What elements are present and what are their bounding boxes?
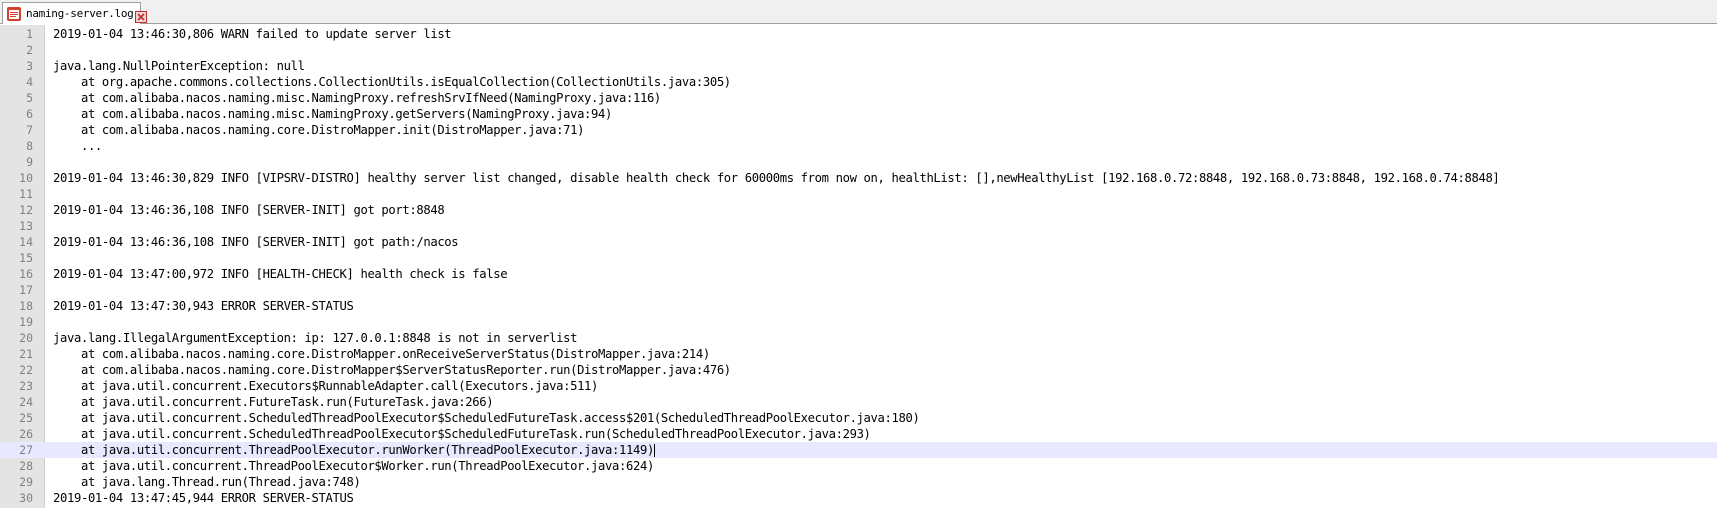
line-number: 21	[19, 347, 33, 361]
line-number: 24	[19, 395, 33, 409]
line-text: at java.util.concurrent.Executors$Runnab…	[53, 379, 599, 393]
line-number: 7	[26, 123, 33, 137]
line-number: 29	[19, 475, 33, 489]
line-number: 8	[26, 139, 33, 153]
line-number: 12	[19, 203, 33, 217]
line-number: 2	[26, 43, 33, 57]
line-text: at java.util.concurrent.FutureTask.run(F…	[53, 395, 494, 409]
editor-line[interactable]: 1 2019-01-04 13:46:30,806 WARN failed to …	[0, 26, 1717, 42]
line-number: 26	[19, 427, 33, 441]
line-number: 3	[26, 59, 33, 73]
editor-line[interactable]: 15	[0, 250, 1717, 266]
editor-line[interactable]: 16 2019-01-04 13:47:00,972 INFO [HEALTH-C…	[0, 266, 1717, 282]
editor-area[interactable]: 1 2019-01-04 13:46:30,806 WARN failed to …	[0, 25, 1717, 508]
line-text: 2019-01-04 13:47:30,943 ERROR SERVER-STA…	[53, 299, 354, 313]
line-number: 9	[26, 155, 33, 169]
file-tab[interactable]: naming-server.log	[2, 2, 148, 24]
editor-line[interactable]: 25 at java.util.concurrent.ScheduledThre…	[0, 410, 1717, 426]
text-caret	[653, 444, 655, 457]
editor-line[interactable]: 21 at com.alibaba.nacos.naming.core.Dist…	[0, 346, 1717, 362]
line-text: at java.util.concurrent.ThreadPoolExecut…	[53, 459, 654, 473]
line-number: 20	[19, 331, 33, 345]
line-text: at java.lang.Thread.run(Thread.java:748)	[53, 475, 361, 489]
notepad-file-icon	[6, 6, 22, 22]
editor-line[interactable]: 23 at java.util.concurrent.Executors$Run…	[0, 378, 1717, 394]
line-text: 2019-01-04 13:46:30,806 WARN failed to u…	[53, 27, 452, 41]
line-number: 15	[19, 251, 33, 265]
editor-line[interactable]: 28 at java.util.concurrent.ThreadPoolExe…	[0, 458, 1717, 474]
editor-line[interactable]: 30 2019-01-04 13:47:45,944 ERROR SERVER-S…	[0, 490, 1717, 506]
editor-line[interactable]: 6 at com.alibaba.nacos.naming.misc.Namin…	[0, 106, 1717, 122]
editor-line[interactable]: 19	[0, 314, 1717, 330]
editor-line[interactable]: 29 at java.lang.Thread.run(Thread.java:7…	[0, 474, 1717, 490]
editor-line[interactable]: 4 at org.apache.commons.collections.Coll…	[0, 74, 1717, 90]
line-number: 10	[19, 171, 33, 185]
editor-line[interactable]: 8 ...	[0, 138, 1717, 154]
editor-line[interactable]: 7 at com.alibaba.nacos.naming.core.Distr…	[0, 122, 1717, 138]
line-number: 5	[26, 91, 33, 105]
line-number: 11	[19, 187, 33, 201]
tab-filename: naming-server.log	[26, 7, 134, 20]
line-number: 6	[26, 107, 33, 121]
line-number: 30	[19, 491, 33, 505]
line-number: 1	[26, 27, 33, 41]
editor-line-current[interactable]: 27 at java.util.concurrent.ThreadPoolExe…	[0, 442, 1717, 458]
editor-line[interactable]: 17	[0, 282, 1717, 298]
line-number: 27	[19, 443, 33, 457]
editor-line[interactable]: 12 2019-01-04 13:46:36,108 INFO [SERVER-I…	[0, 202, 1717, 218]
line-text: ...	[53, 139, 102, 153]
line-number: 4	[26, 75, 33, 89]
line-text: at com.alibaba.nacos.naming.core.DistroM…	[53, 123, 585, 137]
close-icon[interactable]	[135, 8, 148, 23]
line-number: 23	[19, 379, 33, 393]
line-number: 13	[19, 219, 33, 233]
line-text: 2019-01-04 13:46:36,108 INFO [SERVER-INI…	[53, 203, 445, 217]
line-text: at java.util.concurrent.ScheduledThreadP…	[53, 411, 920, 425]
tab-bar: naming-server.log	[0, 0, 1717, 24]
line-text: at com.alibaba.nacos.naming.core.DistroM…	[53, 363, 731, 377]
editor-line[interactable]: 14 2019-01-04 13:46:36,108 INFO [SERVER-I…	[0, 234, 1717, 250]
line-text: at org.apache.commons.collections.Collec…	[53, 75, 731, 89]
line-text: 2019-01-04 13:47:45,944 ERROR SERVER-STA…	[53, 491, 354, 505]
line-number: 16	[19, 267, 33, 281]
editor-line[interactable]: 13	[0, 218, 1717, 234]
line-text: at com.alibaba.nacos.naming.misc.NamingP…	[53, 107, 613, 121]
line-number: 28	[19, 459, 33, 473]
line-number: 22	[19, 363, 33, 377]
editor-line[interactable]: 24 at java.util.concurrent.FutureTask.ru…	[0, 394, 1717, 410]
editor-line[interactable]: 2	[0, 42, 1717, 58]
line-number: 25	[19, 411, 33, 425]
line-text: 2019-01-04 13:46:30,829 INFO [VIPSRV-DIS…	[53, 171, 1500, 185]
editor-line[interactable]: 9	[0, 154, 1717, 170]
line-text: at com.alibaba.nacos.naming.core.DistroM…	[53, 347, 710, 361]
line-text: java.lang.IllegalArgumentException: ip: …	[53, 331, 578, 345]
editor-line[interactable]: 10 2019-01-04 13:46:30,829 INFO [VIPSRV-D…	[0, 170, 1717, 186]
editor-line[interactable]: 26 at java.util.concurrent.ScheduledThre…	[0, 426, 1717, 442]
line-number: 19	[19, 315, 33, 329]
line-text: at java.util.concurrent.ThreadPoolExecut…	[53, 443, 655, 457]
line-text: 2019-01-04 13:47:00,972 INFO [HEALTH-CHE…	[53, 267, 508, 281]
line-text: java.lang.NullPointerException: null	[53, 59, 305, 73]
editor-line[interactable]: 5 at com.alibaba.nacos.naming.misc.Namin…	[0, 90, 1717, 106]
line-text: 2019-01-04 13:46:36,108 INFO [SERVER-INI…	[53, 235, 459, 249]
editor-line[interactable]: 18 2019-01-04 13:47:30,943 ERROR SERVER-S…	[0, 298, 1717, 314]
line-number: 18	[19, 299, 33, 313]
line-text: at com.alibaba.nacos.naming.misc.NamingP…	[53, 91, 661, 105]
editor-line[interactable]: 3 java.lang.NullPointerException: null	[0, 58, 1717, 74]
editor-line[interactable]: 11	[0, 186, 1717, 202]
line-number: 14	[19, 235, 33, 249]
line-number: 17	[19, 283, 33, 297]
line-text: at java.util.concurrent.ScheduledThreadP…	[53, 427, 871, 441]
editor-line[interactable]: 20 java.lang.IllegalArgumentException: ip…	[0, 330, 1717, 346]
editor-line[interactable]: 22 at com.alibaba.nacos.naming.core.Dist…	[0, 362, 1717, 378]
